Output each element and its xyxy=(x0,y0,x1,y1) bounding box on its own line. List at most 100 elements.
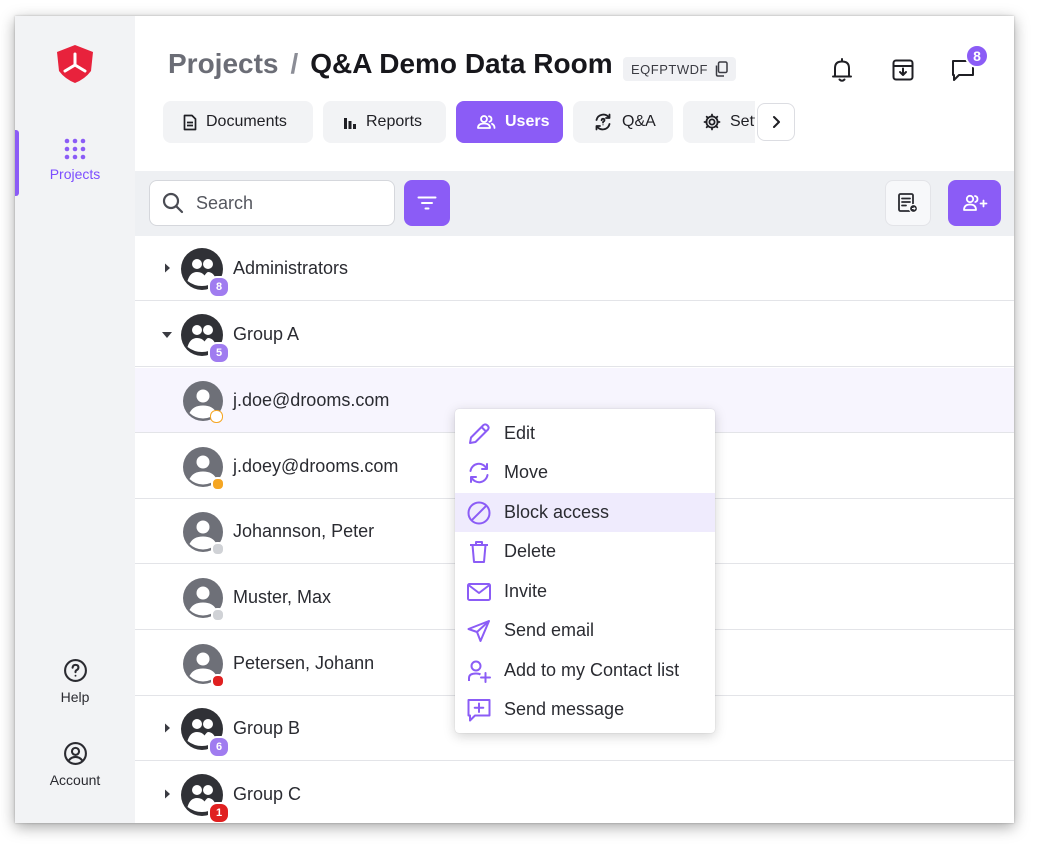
page-title: Q&A Demo Data Room xyxy=(310,48,613,79)
chevron-right-icon xyxy=(773,116,780,128)
group-name: Administrators xyxy=(233,258,349,278)
group-member-count-badge: 1 xyxy=(208,802,230,823)
tab-label: Users xyxy=(505,113,550,130)
tab-label: Documents xyxy=(206,113,287,130)
account-icon xyxy=(63,742,87,765)
add-user-button[interactable] xyxy=(948,180,1001,226)
gear-icon xyxy=(703,113,721,131)
menu-item-delete[interactable]: Delete xyxy=(455,532,715,571)
menu-item-send-email[interactable]: Send email xyxy=(455,611,715,650)
user-report-button[interactable] xyxy=(885,180,931,226)
drooms-logo[interactable] xyxy=(54,43,96,85)
sidebar-item-projects[interactable]: Projects xyxy=(15,138,135,182)
group-row-administrators[interactable]: 8 Administrators xyxy=(135,236,1014,301)
menu-item-label: Add to my Contact list xyxy=(504,660,680,680)
user-name: Petersen, Johann xyxy=(233,653,375,673)
pencil-icon xyxy=(469,422,490,444)
add-contact-icon xyxy=(468,660,491,683)
tab-label: Reports xyxy=(366,113,423,130)
user-name: Johannson, Peter xyxy=(233,521,375,541)
menu-item-invite[interactable]: Invite xyxy=(455,572,715,611)
caret-right-icon[interactable] xyxy=(162,788,172,800)
user-status-away-indicator xyxy=(211,477,225,491)
search-box[interactable] xyxy=(149,180,395,226)
help-icon xyxy=(63,659,87,682)
sidebar: Projects Help Account xyxy=(15,16,135,823)
breadcrumb-projects-link[interactable]: Projects xyxy=(168,48,279,79)
group-name: Group B xyxy=(233,718,301,738)
menu-item-label: Block access xyxy=(504,502,610,522)
menu-item-add-to-contacts[interactable]: Add to my Contact list xyxy=(455,651,715,690)
caret-right-icon[interactable] xyxy=(162,722,172,734)
grid-icon xyxy=(64,138,86,160)
breadcrumb: Projects / Q&A Demo Data Room xyxy=(168,48,613,80)
copy-icon[interactable] xyxy=(714,61,728,77)
caret-right-icon[interactable] xyxy=(162,262,172,274)
group-name: Group A xyxy=(233,324,300,344)
user-status-pending-indicator xyxy=(210,410,223,423)
menu-item-edit[interactable]: Edit xyxy=(455,414,715,453)
sidebar-item-label: Help xyxy=(60,689,90,705)
menu-item-label: Edit xyxy=(504,423,536,443)
search-icon xyxy=(162,192,184,214)
users-icon xyxy=(477,115,496,129)
menu-item-label: Invite xyxy=(504,581,548,601)
add-user-icon xyxy=(962,194,987,211)
search-input[interactable] xyxy=(194,191,378,215)
group-row-group-a[interactable]: 5 Group A xyxy=(135,302,1014,367)
bar-chart-icon xyxy=(344,118,356,129)
messages-count-badge: 8 xyxy=(965,44,989,68)
user-status-offline-indicator xyxy=(211,542,225,556)
tabs-scroll-right-button[interactable] xyxy=(757,103,795,141)
group-row-group-c[interactable]: 1 Group C xyxy=(135,762,1014,823)
tab-bar: Documents Reports Users Q&A Set xyxy=(163,101,755,143)
group-name: Group C xyxy=(233,784,302,804)
move-icon xyxy=(469,462,489,483)
breadcrumb-separator: / xyxy=(290,48,299,79)
user-name: Muster, Max xyxy=(233,587,332,607)
menu-item-label: Send message xyxy=(504,699,625,719)
sidebar-item-label: Projects xyxy=(49,166,101,182)
user-name: j.doe@drooms.com xyxy=(233,390,390,410)
document-icon xyxy=(183,114,197,130)
app-window: Projects Help Account Projects / Q&A Demo … xyxy=(15,16,1014,823)
room-code-chip[interactable]: EQFPTWDF xyxy=(623,57,736,81)
group-member-count-badge: 8 xyxy=(208,276,230,298)
menu-item-label: Delete xyxy=(504,541,557,561)
block-icon xyxy=(467,501,491,524)
report-icon xyxy=(898,193,919,214)
qa-icon xyxy=(595,113,611,131)
tab-settings[interactable]: Settings xyxy=(683,101,755,143)
menu-item-label: Move xyxy=(504,462,549,482)
sidebar-item-account[interactable]: Account xyxy=(15,741,135,788)
menu-item-block-access[interactable]: Block access xyxy=(455,493,715,532)
user-name: j.doey@drooms.com xyxy=(233,456,399,476)
menu-item-send-message[interactable]: Send message xyxy=(455,690,715,729)
filter-button[interactable] xyxy=(404,180,450,226)
caret-down-icon[interactable] xyxy=(161,330,173,340)
group-member-count-badge: 6 xyxy=(208,736,230,758)
envelope-icon xyxy=(467,582,491,601)
user-status-offline-indicator xyxy=(211,608,225,622)
tab-label: Settings xyxy=(730,113,755,130)
tab-users[interactable]: Users xyxy=(456,101,563,143)
tab-label: Q&A xyxy=(622,113,656,130)
trash-icon xyxy=(470,540,488,563)
menu-item-move[interactable]: Move xyxy=(455,453,715,492)
message-plus-icon xyxy=(467,698,491,721)
notifications-button[interactable] xyxy=(827,55,857,85)
filter-icon xyxy=(417,196,437,210)
sidebar-item-help[interactable]: Help xyxy=(15,658,135,705)
tab-documents[interactable]: Documents xyxy=(163,101,313,143)
room-code: EQFPTWDF xyxy=(631,61,708,77)
send-icon xyxy=(467,619,490,642)
group-member-count-badge: 5 xyxy=(208,342,230,364)
archive-download-button[interactable] xyxy=(888,55,918,85)
user-context-menu: Edit Move Block access Delete Invite Sen… xyxy=(455,409,715,733)
user-status-blocked-indicator xyxy=(211,674,225,688)
tab-qa[interactable]: Q&A xyxy=(573,101,673,143)
tab-reports[interactable]: Reports xyxy=(323,101,446,143)
users-toolbar xyxy=(135,171,1014,236)
menu-item-label: Send email xyxy=(504,620,595,640)
sidebar-item-label: Account xyxy=(49,772,101,788)
